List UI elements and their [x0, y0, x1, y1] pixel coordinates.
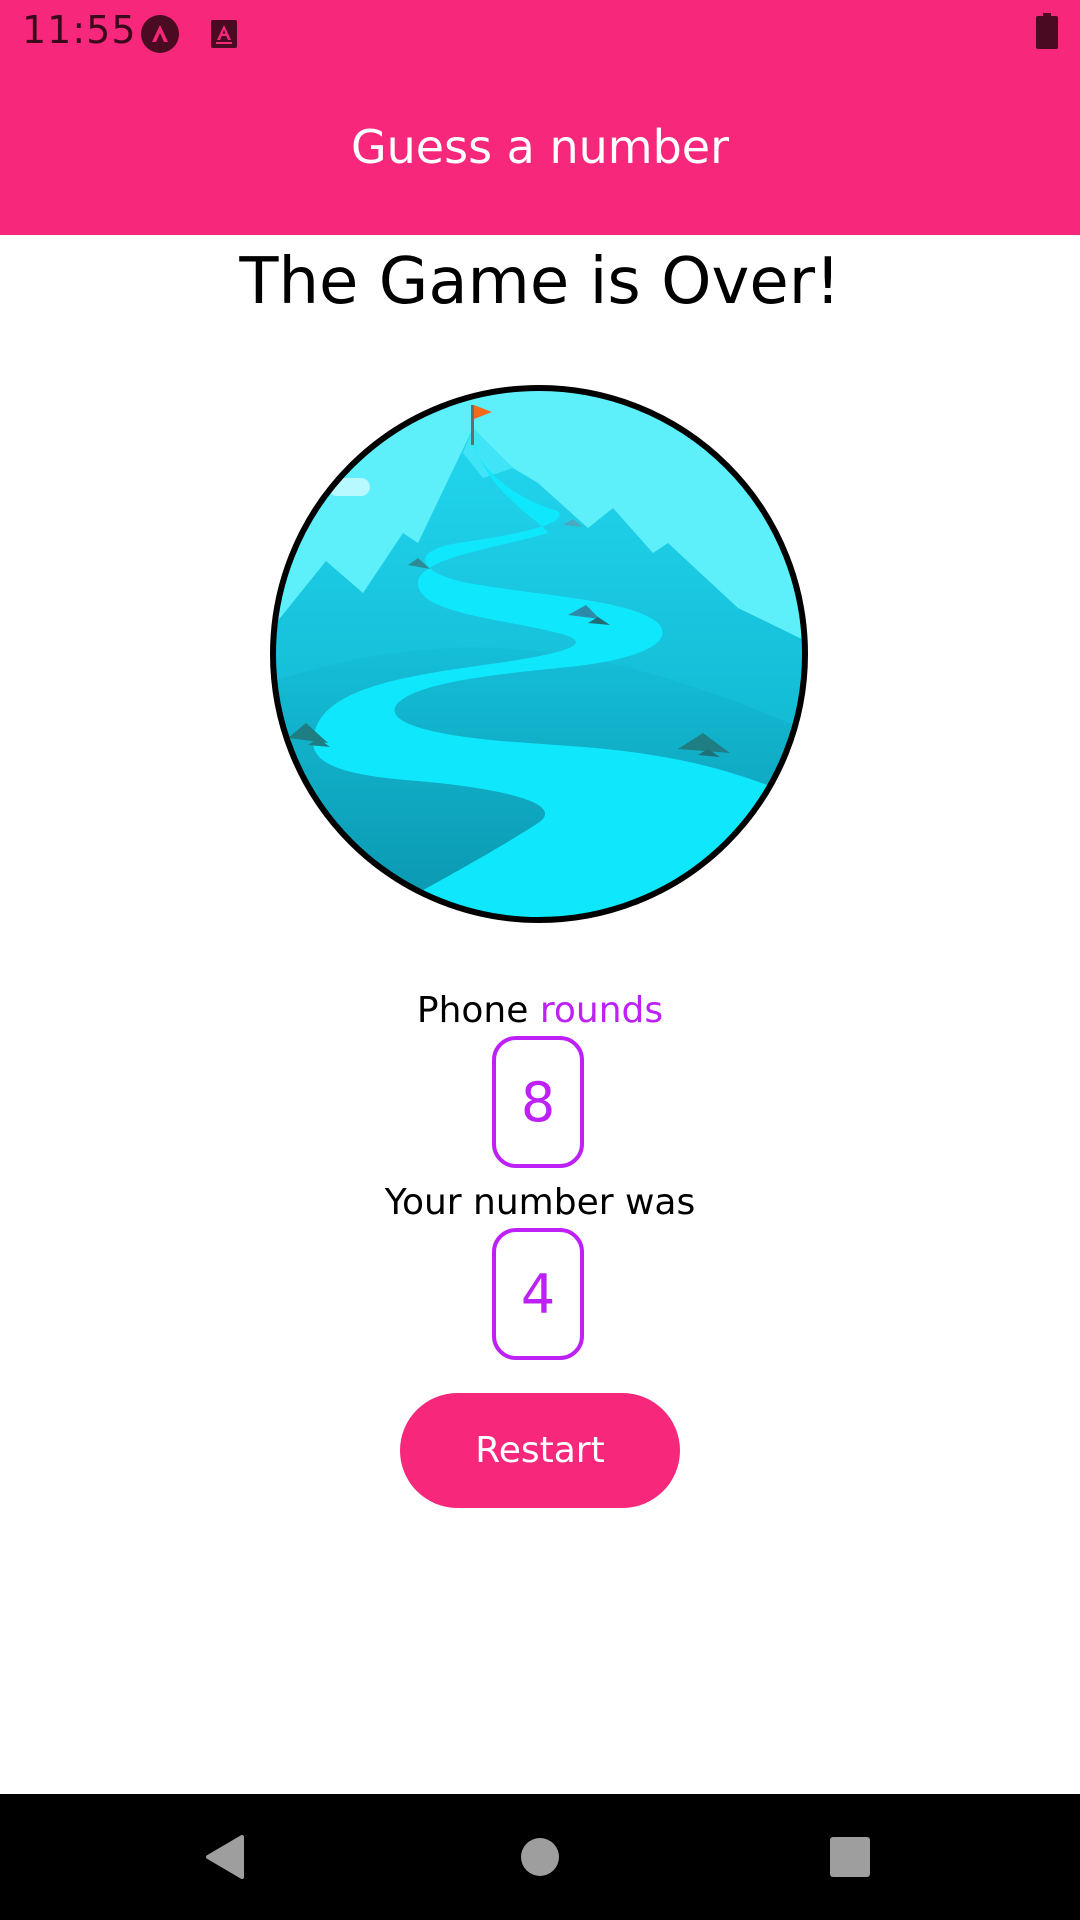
- accessibility-notification-icon: [211, 20, 237, 48]
- home-button[interactable]: [480, 1794, 600, 1920]
- recents-button[interactable]: [790, 1794, 910, 1920]
- rounds-value: 8: [520, 1070, 556, 1134]
- mountain-summit-illustration: [268, 383, 810, 925]
- restart-button[interactable]: Restart: [400, 1393, 680, 1508]
- game-over-title: The Game is Over!: [239, 245, 841, 319]
- back-icon: [206, 1835, 244, 1879]
- user-number-label: Your number was: [384, 1182, 696, 1223]
- game-over-screen: 11:55 Guess a number The Game is Over! P…: [0, 0, 1080, 1920]
- app-header: 11:55 Guess a number: [0, 0, 1080, 235]
- status-time: 11:55: [22, 8, 137, 52]
- rounds-label-prefix: Phone: [416, 990, 529, 1031]
- rounds-value-box: 8: [492, 1036, 584, 1168]
- home-icon: [521, 1838, 559, 1876]
- status-bar: 11:55: [0, 0, 1080, 63]
- user-number-box: 4: [492, 1228, 584, 1360]
- app-title: Guess a number: [351, 120, 729, 174]
- app-notification-icon: [141, 15, 179, 53]
- back-button[interactable]: [165, 1794, 285, 1920]
- recents-icon: [830, 1837, 870, 1877]
- restart-button-label: Restart: [475, 1430, 605, 1471]
- battery-icon: [1036, 13, 1058, 49]
- mountain-summit-image: [270, 385, 808, 923]
- rounds-label-highlight: rounds: [539, 990, 664, 1031]
- rounds-label: Phone rounds: [0, 990, 1080, 1031]
- navigation-bar: [0, 1794, 1080, 1920]
- user-number-value: 4: [520, 1262, 556, 1326]
